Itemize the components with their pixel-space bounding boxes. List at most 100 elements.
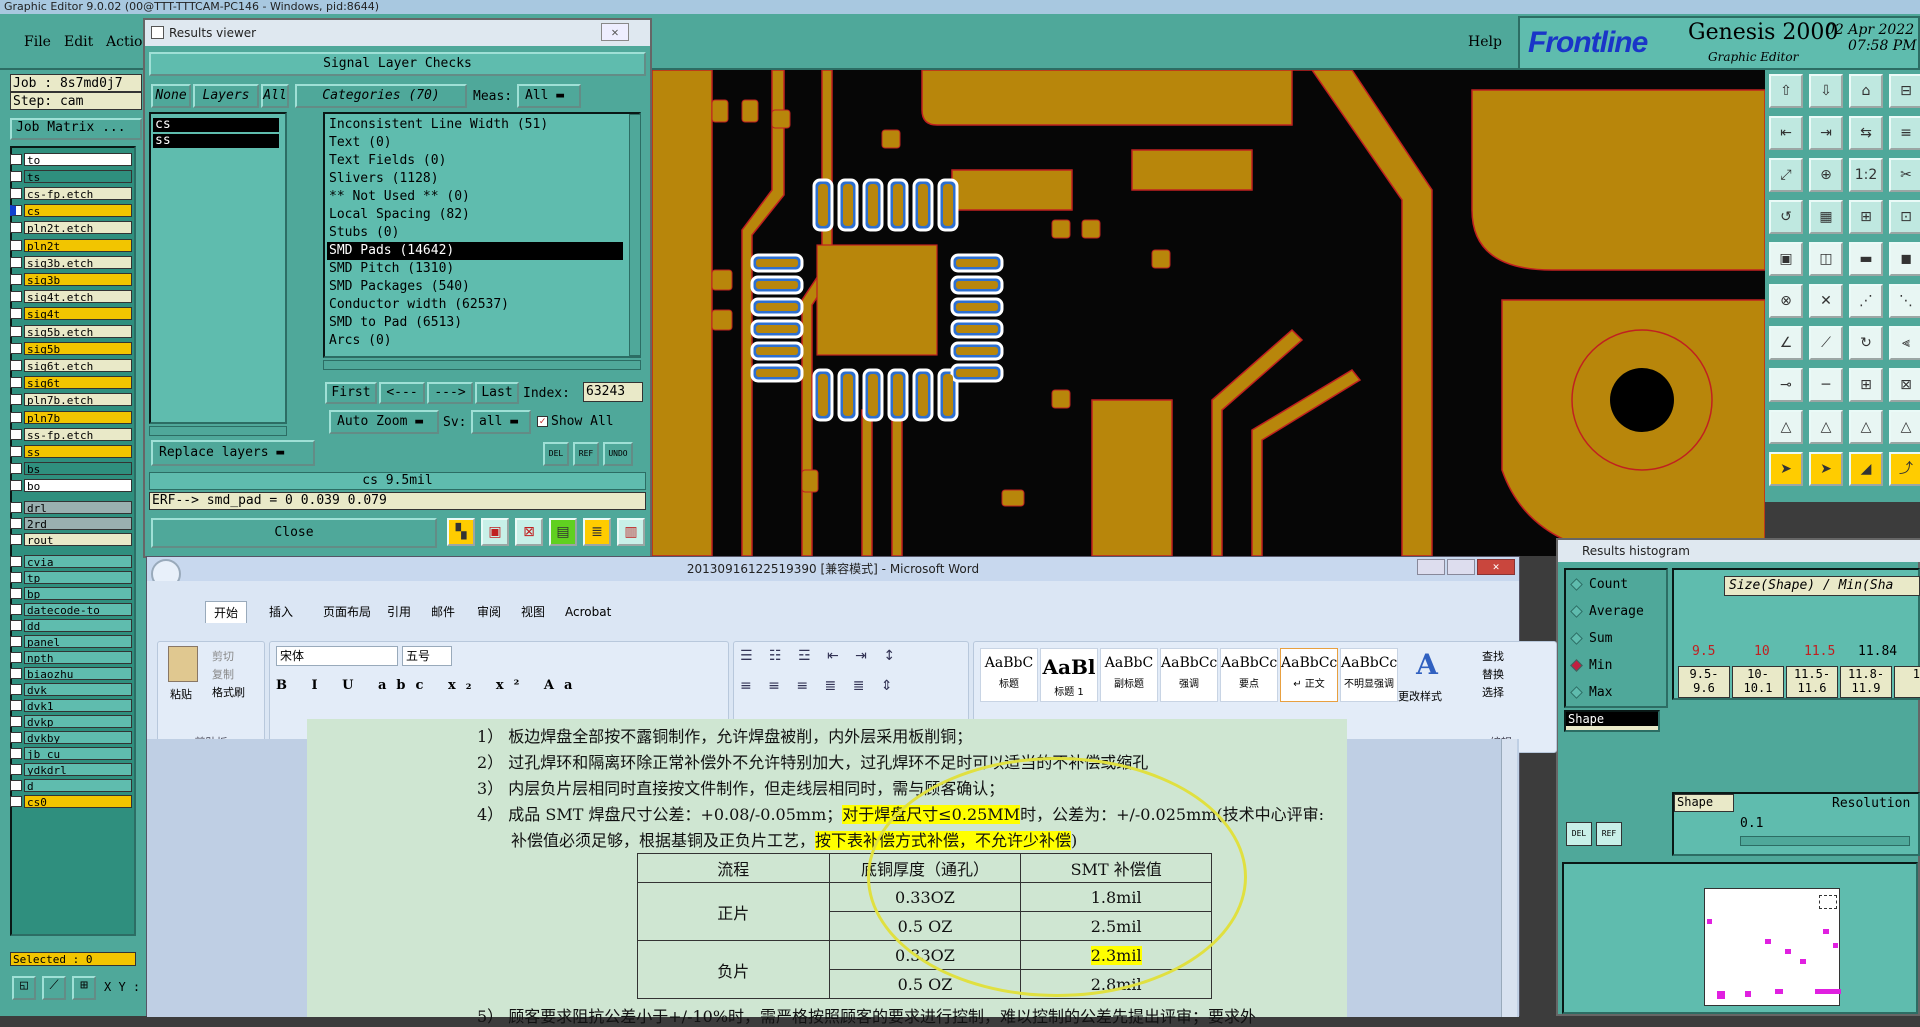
misc-layer-row[interactable]: bp [10, 586, 132, 600]
measure-icon[interactable]: ─ [1809, 368, 1843, 402]
menu-file[interactable]: File [24, 34, 51, 50]
ribbon-tab[interactable]: 页面布局 [315, 601, 379, 623]
category-item[interactable]: SMD Pads (14642) [327, 242, 623, 260]
layer-checkbox[interactable] [10, 359, 22, 371]
pad-tool-icon[interactable]: ◼ [1889, 242, 1920, 276]
layer-checkbox[interactable] [10, 394, 22, 406]
ribbon-tab[interactable]: 引用 [379, 601, 419, 623]
change-styles-label[interactable]: 更改样式 [1398, 688, 1442, 704]
histogram-option[interactable]: Min [1570, 655, 1612, 675]
category-item[interactable]: ** Not Used ** (0) [327, 188, 623, 206]
layer-row[interactable]: sig4t [10, 307, 132, 321]
document-page[interactable]: 1） 板边焊盘全部按不露铜制作，允许焊盘被削，内外层采用板削铜； 2） 过孔焊环… [307, 719, 1347, 1026]
pcb-canvas[interactable] [652, 70, 1765, 556]
delete-mark-icon[interactable]: ⊠ [515, 518, 543, 546]
zoom-next-icon[interactable]: ⇥ [1809, 116, 1843, 150]
histogram-tool-icon[interactable]: ▥ [617, 518, 645, 546]
layer-checkbox[interactable] [10, 747, 22, 759]
pan-icon[interactable]: ⇆ [1849, 116, 1883, 150]
layer-checkbox[interactable] [10, 699, 22, 711]
histogram-option[interactable]: Max [1570, 682, 1612, 702]
font-format-buttons[interactable]: B I U abc x₂ x² Aa [276, 678, 582, 693]
replace-button[interactable]: 替换 [1482, 666, 1504, 682]
category-item[interactable]: Slivers (1128) [327, 170, 623, 188]
route-icon[interactable]: ⤴ [1889, 452, 1920, 486]
layer-name[interactable]: dd [24, 618, 132, 632]
word-scrollbar[interactable] [1501, 739, 1517, 1017]
diagonal-icon[interactable]: ⋰ [1849, 284, 1883, 318]
layer-name[interactable]: ydkdrl [24, 762, 132, 776]
ribbon-tab[interactable]: 插入 [261, 601, 301, 623]
layer-name[interactable]: panel [24, 634, 132, 648]
layer-name[interactable]: dvkp [24, 714, 132, 728]
layer-checkbox[interactable] [10, 763, 22, 775]
drill-layer-row[interactable]: 2rd [10, 516, 132, 530]
maximize-icon[interactable] [1447, 559, 1475, 575]
layer-name[interactable]: rout [24, 532, 132, 546]
pointer-2-icon[interactable]: ➤ [1809, 452, 1843, 486]
layer-name[interactable]: drl [24, 500, 132, 514]
pointer-icon[interactable]: ➤ [1769, 452, 1803, 486]
triangle-icon[interactable]: △ [1769, 410, 1803, 444]
ribbon-tab[interactable]: 视图 [513, 601, 553, 623]
minimize-icon[interactable] [1417, 559, 1445, 575]
ribbon-tab[interactable]: 邮件 [423, 601, 463, 623]
rotate-icon[interactable]: ↺ [1769, 200, 1803, 234]
font-name-select[interactable]: 宋体 [276, 646, 398, 666]
net-icon[interactable]: ⊞ [1849, 368, 1883, 402]
layer-checkbox[interactable] [10, 342, 22, 354]
layer-name[interactable]: sig4t [24, 307, 132, 321]
minimap-viewport[interactable] [1819, 895, 1837, 909]
last-button[interactable]: Last [475, 382, 519, 404]
layer-name[interactable]: jb_cu [24, 746, 132, 760]
index-input[interactable]: 63243 [583, 382, 643, 402]
layer-checkbox[interactable] [10, 517, 22, 529]
layer-checkbox[interactable] [10, 308, 22, 320]
layer-name[interactable]: datecode-to [24, 602, 132, 616]
layer-checkbox[interactable] [10, 603, 22, 615]
layer-name[interactable]: sig3b.etch [24, 255, 132, 269]
move-down-icon[interactable]: ⇩ [1809, 74, 1843, 108]
layer-row[interactable]: pln7b [10, 410, 132, 424]
histogram-bin[interactable]: 9.5- 9.6 [1678, 666, 1730, 698]
radio-icon[interactable] [1570, 631, 1583, 645]
close-x-icon[interactable]: ✕ [601, 23, 629, 41]
meas-select[interactable]: All ▬ [517, 84, 581, 108]
layer-checkbox[interactable] [10, 795, 22, 807]
minimap[interactable] [1562, 862, 1918, 1014]
layer-checkbox[interactable] [10, 411, 22, 423]
layer-name[interactable]: tp [24, 570, 132, 584]
layers-icon[interactable]: ⊟ [1889, 74, 1920, 108]
angle-icon[interactable]: ∠ [1769, 326, 1803, 360]
layer-row[interactable]: pln2t.etch [10, 221, 132, 235]
highlight-tool-icon[interactable]: ▚ [447, 518, 475, 546]
layer-row[interactable]: cs-fp.etch [10, 186, 132, 200]
copy-button[interactable]: 复制 [212, 666, 234, 682]
measure-tool-icon[interactable]: ⟋ [42, 976, 66, 1000]
layer-name[interactable]: bs [24, 462, 132, 476]
zoom-tool-icon[interactable]: ◱ [12, 976, 36, 1000]
cross-icon[interactable]: ✕ [1809, 284, 1843, 318]
layer-name[interactable]: pln2t.etch [24, 221, 132, 235]
fit-icon[interactable]: ⤢ [1769, 158, 1803, 192]
layer-checkbox[interactable] [10, 325, 22, 337]
layer-checkbox[interactable] [10, 587, 22, 599]
ribbon-tab[interactable]: 审阅 [469, 601, 509, 623]
misc-layer-row[interactable]: dvk1 [10, 698, 132, 712]
layer-row[interactable]: sig6t.etch [10, 358, 132, 372]
misc-layer-row[interactable]: panel [10, 634, 132, 648]
layers-button[interactable]: Layers [193, 84, 259, 108]
misc-layer-row[interactable]: datecode-to [10, 602, 132, 616]
misc-layer-row[interactable]: jb_cu [10, 746, 132, 760]
drill-layer-row[interactable]: rout [10, 532, 132, 546]
histogram-bin[interactable]: 10- 10.1 [1732, 666, 1784, 698]
layer-row[interactable]: bo [10, 479, 132, 493]
scale-icon[interactable]: 1:2 [1849, 158, 1883, 192]
layer-checkbox[interactable] [10, 463, 22, 475]
categories-scrollbar[interactable] [629, 114, 641, 356]
layer-name[interactable]: to [24, 152, 132, 166]
prev-button[interactable]: <--- [379, 382, 425, 404]
triangle-4-icon[interactable]: △ [1889, 410, 1920, 444]
layer-name[interactable]: ts [24, 169, 132, 183]
layer-name[interactable]: ss [24, 444, 132, 458]
